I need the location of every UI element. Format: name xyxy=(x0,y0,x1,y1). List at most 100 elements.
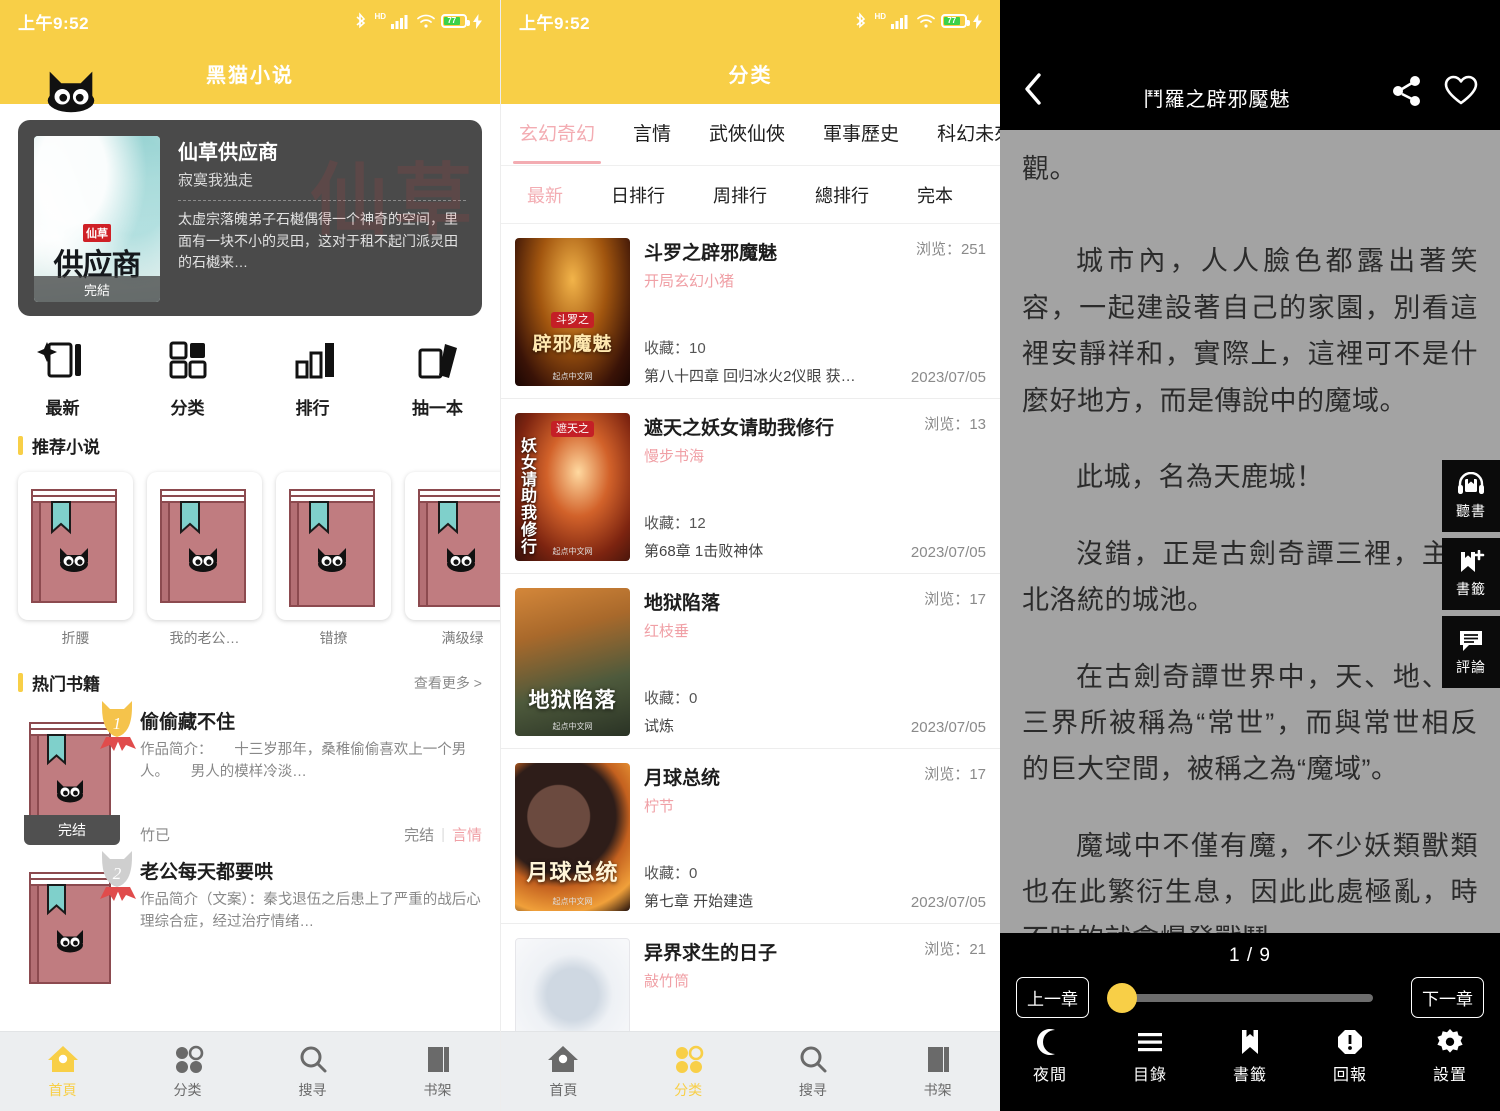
night-mode-button[interactable]: 夜間 xyxy=(1000,1028,1100,1085)
book-bottom-row: 第八十四章 回归冰火2仪眼 获… 2023/07/05 xyxy=(644,365,986,386)
category-tabs: 玄幻奇幻 言情 武俠仙俠 軍事歷史 科幻未來 xyxy=(501,104,1000,166)
views-label: 浏览： xyxy=(915,241,961,258)
report-button[interactable]: 回報 xyxy=(1300,1028,1400,1085)
wifi-icon xyxy=(917,14,935,29)
next-chapter-button[interactable]: 下一章 xyxy=(1411,977,1484,1018)
sort-tab[interactable]: 最新 xyxy=(519,182,571,223)
category-tab[interactable]: 科幻未來 xyxy=(937,119,1000,150)
tab-category[interactable]: 分类 xyxy=(626,1043,751,1100)
views-value: 17 xyxy=(969,591,986,608)
headphone-book-icon xyxy=(1458,471,1484,494)
reader-content[interactable]: 觀。 城市內，人人臉色都露出著笑容，一起建設著自己的家園，別看這裡安靜祥和，實際… xyxy=(1000,130,1500,933)
category-tab[interactable]: 玄幻奇幻 xyxy=(512,119,602,164)
battery-icon: 77 xyxy=(441,14,470,28)
hot-book-row[interactable]: 2 老公每天都要哄 作品简介（文案）：秦戈退伍之后患上了严重的战后心理综合症，经… xyxy=(0,845,500,995)
tab-home[interactable]: 首頁 xyxy=(0,1043,125,1100)
catalog-button[interactable]: 目錄 xyxy=(1100,1028,1200,1085)
view-more-link[interactable]: 查看更多 > xyxy=(414,673,482,693)
featured-title: 仙草供应商 xyxy=(178,142,278,164)
comment-button[interactable]: 評論 xyxy=(1442,616,1500,688)
tab-home[interactable]: 首頁 xyxy=(501,1043,626,1100)
book-title: 折腰 xyxy=(61,630,90,646)
cover-title-text: 妖女请助我修行 xyxy=(521,438,538,556)
book-list-row[interactable]: 辟邪魔魅 斗罗之 起点中文网 斗罗之辟邪魔魅 浏览：251 开局玄幻小猪 收藏：… xyxy=(501,224,1000,399)
page-title: 分类 xyxy=(728,64,773,87)
book-cat-illustration-icon xyxy=(418,489,500,607)
quick-action-label: 分类 xyxy=(170,399,205,418)
category-tab[interactable]: 武俠仙俠 xyxy=(709,119,785,150)
favs-value: 0 xyxy=(689,690,698,707)
book-title: 月球总统 xyxy=(644,768,721,789)
recommend-book-item[interactable]: 完结 折腰 xyxy=(0,472,500,1111)
back-button[interactable] xyxy=(1022,72,1044,112)
black-cat-logo-icon xyxy=(47,71,95,113)
quick-action-label: 排行 xyxy=(295,399,330,418)
category-tab[interactable]: 軍事歷史 xyxy=(823,119,899,150)
views-label: 浏览： xyxy=(924,941,970,958)
quick-action-latest[interactable]: 最新 xyxy=(0,338,125,419)
home-icon xyxy=(548,1046,579,1072)
book-latest-chapter: 第七章 开始建造 xyxy=(644,893,754,910)
share-button[interactable] xyxy=(1390,75,1424,112)
reader-side-buttons: 聽書 書籤 評論 xyxy=(1442,460,1500,694)
page-slider[interactable] xyxy=(1101,982,1399,1013)
tool-label: 設置 xyxy=(1432,1067,1467,1084)
moon-icon xyxy=(1037,1029,1055,1055)
hot-section-header: 热门书籍 查看更多 > xyxy=(18,670,482,695)
status-bar-category: 上午9:52 HD 77 xyxy=(501,0,1000,42)
book-title: 错撩 xyxy=(319,630,348,646)
prev-chapter-button[interactable]: 上一章 xyxy=(1016,977,1089,1018)
tab-category[interactable]: 分类 xyxy=(125,1043,250,1100)
reader-header: 鬥羅之辟邪魘魅 xyxy=(1000,0,1500,130)
listen-book-button[interactable]: 聽書 xyxy=(1442,460,1500,532)
recommend-book-item[interactable]: 错撩 xyxy=(276,472,391,648)
featured-book-card[interactable]: 仙草 仙草 供应商 完結 仙草供应商 寂寞我独走 太虚宗落魄弟子石樾偶得一个神奇… xyxy=(18,120,482,316)
add-bookmark-button[interactable]: 書籤 xyxy=(1442,538,1500,610)
grid-dots-icon xyxy=(676,1045,704,1073)
signal-bars-icon xyxy=(891,13,911,29)
home-header: 黑猫小说 xyxy=(0,42,500,113)
book-list-row[interactable]: 地狱陷落 起点中文网 地狱陷落 浏览：17 红枝垂 收藏：0 试炼 2023/0… xyxy=(501,574,1000,749)
tab-search[interactable]: 搜寻 xyxy=(751,1043,876,1100)
tab-label: 搜寻 xyxy=(298,1082,327,1098)
settings-button[interactable]: 設置 xyxy=(1400,1028,1500,1085)
quick-action-ranking[interactable]: 排行 xyxy=(250,338,375,419)
sort-tab[interactable]: 總排行 xyxy=(815,182,869,208)
tab-bookshelf[interactable]: 书架 xyxy=(375,1043,500,1100)
book-latest-chapter: 第68章 1击败神体 xyxy=(644,543,764,560)
book-list-row[interactable]: 遮天之 妖女请助我修行 起点中文网 遮天之妖女请助我修行 浏览：13 慢步书海 … xyxy=(501,399,1000,574)
favorite-button[interactable] xyxy=(1444,75,1478,112)
reader-toolbar: 夜間 目錄 書籤 回報 設置 xyxy=(1000,1028,1500,1085)
book-bottom-row: 第七章 开始建造 2023/07/05 xyxy=(644,890,986,911)
tab-label: 分类 xyxy=(674,1082,703,1098)
quick-action-category[interactable]: 分类 xyxy=(125,338,250,419)
bookmark-button[interactable]: 書籤 xyxy=(1200,1028,1300,1085)
sort-tab[interactable]: 完本 xyxy=(917,182,953,208)
reader-panel: 鬥羅之辟邪魘魅 觀。 城市內，人人臉色都露出著笑容，一起建設著自己的家園，別看這… xyxy=(1000,0,1500,1111)
three-panel-screenshot: 上午9:52 HD 77 黑猫小说 仙草 仙草 供应商 完結 仙草供应商 寂寞我… xyxy=(0,0,1500,1111)
recommend-book-item[interactable]: 完结 我的老公… xyxy=(0,472,500,1111)
tab-bookshelf[interactable]: 书架 xyxy=(875,1043,1000,1100)
cover-title-text: 地狱陷落 xyxy=(528,687,617,712)
reader-paragraph: 此城，名為天鹿城！ xyxy=(1076,462,1324,493)
book-list-row[interactable]: 月球总统 起点中文网 月球总统 浏览：17 柠节 收藏：0 第七章 开始建造 2… xyxy=(501,749,1000,924)
book-cover-placeholder xyxy=(147,472,262,620)
divider xyxy=(178,200,466,201)
recommend-section-header: 推荐小说 xyxy=(18,433,482,458)
category-tab[interactable]: 言情 xyxy=(633,119,671,150)
quick-action-random[interactable]: 抽一本 xyxy=(375,338,500,419)
book-info: 月球总统 浏览：17 柠节 收藏：0 第七章 开始建造 2023/07/05 xyxy=(644,763,986,911)
views-value: 21 xyxy=(969,941,986,958)
featured-description: 太虚宗落魄弟子石樾偶得一个神奇的空间，里面有一块不小的灵田，这对于租不起门派灵田… xyxy=(178,211,458,271)
views-value: 13 xyxy=(969,416,986,433)
hot-book-row[interactable]: 完结 1 偷偷藏不住 作品简介： 十三岁那年，桑稚偷偷喜欢上一个男人。 男人的模… xyxy=(0,695,500,845)
tab-search[interactable]: 搜寻 xyxy=(250,1043,375,1100)
book-title: 斗罗之辟邪魔魅 xyxy=(644,243,778,264)
reader-paragraph: 沒錯，正是古劍奇譚三裡，主角北洛統的城池。 xyxy=(1022,538,1478,616)
sort-tab[interactable]: 日排行 xyxy=(611,182,665,208)
sort-tab[interactable]: 周排行 xyxy=(713,182,767,208)
slider-knob[interactable] xyxy=(1107,982,1137,1013)
grid-dots-icon xyxy=(175,1045,203,1073)
hot-book-meta: 竹已 完结 | 言情 xyxy=(140,824,482,845)
recommend-book-item[interactable]: 满级绿 xyxy=(405,472,500,648)
